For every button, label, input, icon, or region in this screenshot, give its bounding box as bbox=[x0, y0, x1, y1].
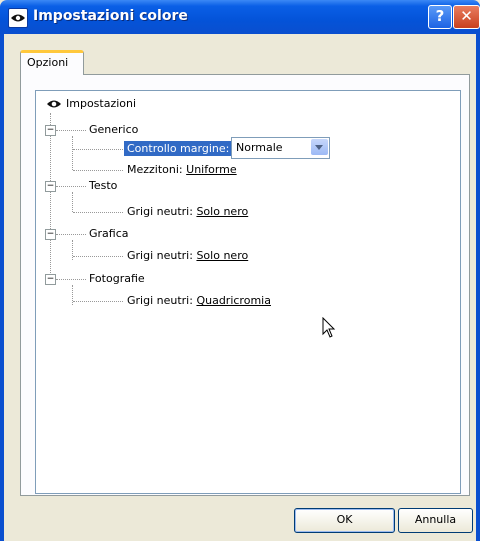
testo-grigi-value-link[interactable]: Solo nero bbox=[196, 205, 248, 218]
dropdown-arrow-icon[interactable] bbox=[311, 139, 328, 155]
collapse-fotografie-toggle[interactable]: − bbox=[45, 274, 56, 285]
tree-line bbox=[73, 301, 123, 302]
title-bar[interactable]: Impostazioni colore ? ✕ bbox=[0, 0, 480, 34]
tree-line bbox=[56, 186, 86, 187]
tree-node-fotografie[interactable]: Fotografie bbox=[89, 272, 145, 285]
collapse-grafica-toggle[interactable]: − bbox=[45, 229, 56, 240]
tree-line bbox=[73, 170, 123, 171]
tree-line bbox=[56, 279, 86, 280]
mezzitoni-label: Mezzitoni: bbox=[127, 163, 183, 176]
controllo-margine-value: Normale bbox=[236, 141, 283, 154]
tab-opzioni[interactable]: Opzioni bbox=[20, 50, 84, 75]
controllo-margine-label[interactable]: Controllo margine: bbox=[124, 141, 233, 156]
fotografie-grigi-setting[interactable]: Grigi neutri: Quadricromia bbox=[127, 294, 271, 307]
fotografie-grigi-value-link[interactable]: Quadricromia bbox=[196, 294, 271, 307]
mezzitoni-value-link[interactable]: Uniforme bbox=[186, 163, 237, 176]
tree-line bbox=[73, 149, 123, 150]
tree-node-grafica[interactable]: Grafica bbox=[89, 227, 129, 240]
tree-node-generico[interactable]: Generico bbox=[89, 123, 138, 136]
testo-grigi-setting[interactable]: Grigi neutri: Solo nero bbox=[127, 205, 248, 218]
grafica-grigi-value-link[interactable]: Solo nero bbox=[196, 249, 248, 262]
window-title: Impostazioni colore bbox=[33, 8, 188, 24]
tree-line bbox=[56, 234, 86, 235]
tree-line bbox=[73, 256, 123, 257]
tree-line bbox=[72, 285, 73, 305]
tree-line bbox=[73, 212, 123, 213]
tab-opzioni-label: Opzioni bbox=[27, 56, 69, 69]
tree-line bbox=[50, 113, 51, 279]
cancel-button[interactable]: Annulla bbox=[398, 508, 473, 533]
root-node-icon bbox=[47, 100, 61, 108]
grafica-grigi-setting[interactable]: Grigi neutri: Solo nero bbox=[127, 249, 248, 262]
collapse-generico-toggle[interactable]: − bbox=[45, 125, 56, 136]
tree-root-label[interactable]: Impostazioni bbox=[66, 97, 136, 110]
help-button[interactable]: ? bbox=[428, 5, 452, 29]
window-frame-left bbox=[0, 34, 4, 541]
tree-line bbox=[72, 240, 73, 260]
grafica-grigi-label: Grigi neutri: bbox=[127, 249, 193, 262]
controllo-margine-dropdown[interactable]: Normale bbox=[231, 137, 330, 159]
app-icon bbox=[8, 8, 28, 28]
tree-line bbox=[56, 130, 86, 131]
collapse-testo-toggle[interactable]: − bbox=[45, 181, 56, 192]
tree-line bbox=[72, 192, 73, 212]
close-button[interactable]: ✕ bbox=[453, 5, 480, 29]
mouse-cursor-icon bbox=[322, 317, 336, 338]
tree-node-testo[interactable]: Testo bbox=[89, 179, 117, 192]
fotografie-grigi-label: Grigi neutri: bbox=[127, 294, 193, 307]
testo-grigi-label: Grigi neutri: bbox=[127, 205, 193, 218]
tree-line bbox=[72, 136, 73, 170]
mezzitoni-setting[interactable]: Mezzitoni: Uniforme bbox=[127, 163, 237, 176]
ok-button[interactable]: OK bbox=[294, 508, 395, 533]
window-frame-right bbox=[476, 34, 480, 541]
